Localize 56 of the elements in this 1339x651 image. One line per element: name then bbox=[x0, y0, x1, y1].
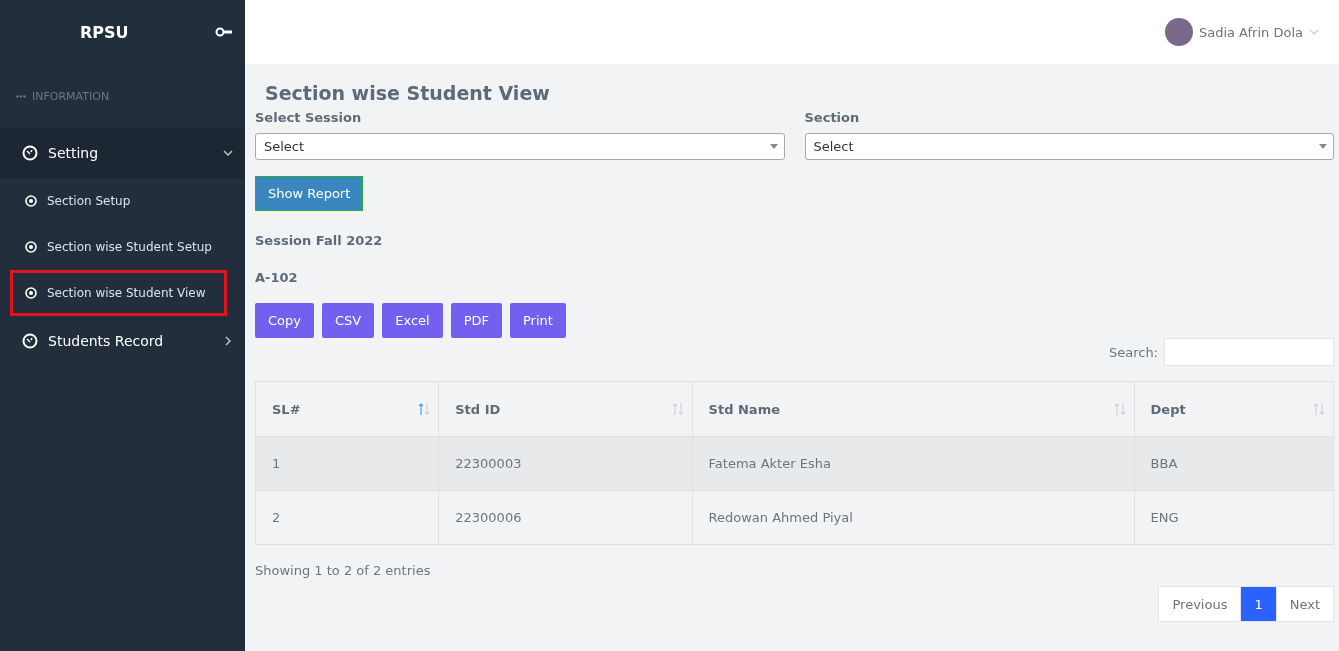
avatar bbox=[1164, 18, 1193, 46]
table-cell: 22300003 bbox=[438, 436, 693, 491]
chevron-down-icon bbox=[223, 148, 233, 158]
gauge-icon bbox=[22, 333, 38, 349]
field-label: Section bbox=[804, 110, 861, 125]
toggle-icon[interactable] bbox=[215, 27, 233, 37]
column-header[interactable]: Std Name bbox=[692, 381, 1135, 437]
sort-icon bbox=[1313, 402, 1325, 416]
pagination-button[interactable]: Next bbox=[1275, 586, 1334, 622]
menu-item[interactable]: Students Record bbox=[0, 316, 245, 366]
chevron-down-icon bbox=[1309, 27, 1319, 37]
table-cell: Redowan Ahmed Piyal bbox=[692, 490, 1135, 545]
chevron-right-icon bbox=[223, 336, 233, 346]
submenu-item[interactable]: Section wise Student Setup bbox=[10, 224, 227, 270]
brand-logo: RPSU bbox=[80, 22, 129, 42]
sort-icon bbox=[418, 402, 431, 416]
circle-dot-icon bbox=[25, 195, 37, 207]
export-button[interactable]: CSV bbox=[322, 303, 375, 338]
table-cell: 2 bbox=[255, 490, 439, 545]
section-heading: A-102 bbox=[255, 270, 299, 285]
submenu-item[interactable]: Section Setup bbox=[10, 178, 227, 224]
export-button[interactable]: Print bbox=[510, 303, 566, 338]
pagination-button[interactable]: Previous bbox=[1158, 586, 1242, 622]
entries-info: Showing 1 to 2 of 2 entries bbox=[255, 563, 432, 578]
search-field[interactable] bbox=[1164, 338, 1334, 366]
circle-dot-icon bbox=[25, 241, 37, 253]
table-cell: 22300006 bbox=[438, 490, 693, 545]
column-header[interactable]: SL# bbox=[255, 381, 439, 437]
export-button[interactable]: Copy bbox=[255, 303, 314, 338]
session-heading: Session Fall 2022 bbox=[255, 233, 384, 248]
column-header[interactable]: Dept bbox=[1134, 381, 1334, 437]
select-field[interactable]: Select bbox=[255, 133, 785, 160]
gauge-icon bbox=[22, 145, 38, 161]
show-report-button[interactable]: Show Report bbox=[255, 176, 364, 211]
table-cell: 1 bbox=[255, 436, 439, 491]
circle-dot-icon bbox=[25, 287, 37, 299]
sort-icon bbox=[671, 402, 684, 416]
section-label: INFORMATION bbox=[32, 89, 110, 103]
page-title: Section wise Student View bbox=[265, 82, 551, 104]
export-button[interactable]: PDF bbox=[450, 303, 502, 338]
field-label: Select Session bbox=[255, 110, 363, 125]
select-field[interactable]: Select bbox=[804, 133, 1334, 160]
table-cell: BBA bbox=[1134, 436, 1334, 491]
submenu-item[interactable]: Section wise Student View bbox=[10, 270, 227, 316]
dots-icon bbox=[16, 94, 26, 98]
caret-icon bbox=[1319, 144, 1327, 149]
sort-icon bbox=[1113, 402, 1126, 416]
menu-item[interactable]: Setting bbox=[0, 128, 245, 178]
table-cell: Fatema Akter Esha bbox=[692, 436, 1135, 491]
table-cell: ENG bbox=[1134, 490, 1334, 545]
pagination-button[interactable]: 1 bbox=[1240, 586, 1277, 622]
search-label: Search: bbox=[1108, 344, 1158, 360]
user-menu[interactable]: Sadia Afrin Dola bbox=[1198, 24, 1303, 40]
export-button[interactable]: Excel bbox=[382, 303, 443, 338]
column-header[interactable]: Std ID bbox=[438, 381, 693, 437]
caret-icon bbox=[769, 144, 778, 149]
